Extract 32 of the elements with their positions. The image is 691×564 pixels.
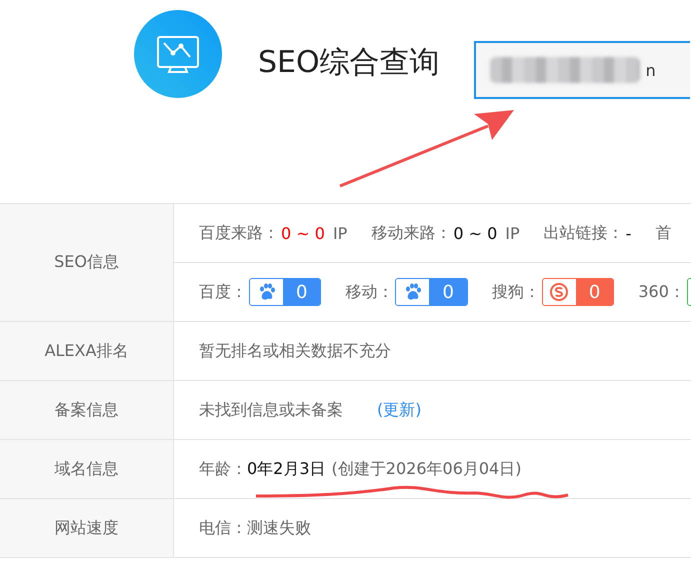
info-text: 电信：测速失败: [199, 518, 311, 538]
engine-label: 移动：: [345, 282, 394, 302]
stat-value: -: [626, 224, 632, 242]
stat-value: 0 ~ 0: [281, 224, 325, 242]
unit-label: IP: [332, 224, 348, 242]
age-value: 0年2月3日: [247, 458, 326, 480]
age-label: 年龄：: [199, 458, 247, 480]
row-header: 域名信息: [0, 440, 174, 498]
index-badge[interactable]: 0: [542, 278, 614, 306]
unit-label: IP: [505, 224, 520, 242]
row-header: SEO信息: [0, 204, 174, 321]
created-date: (创建于2026年06月04日): [332, 458, 522, 480]
engine-label: 360：: [638, 282, 685, 302]
stat-label: 移动来路：: [371, 222, 452, 244]
index-badge[interactable]: 0: [249, 278, 322, 306]
search-field[interactable]: n: [474, 41, 690, 99]
engine-label: 百度：: [199, 282, 247, 302]
row-header: 备案信息: [0, 381, 174, 439]
stat-label: 百度来路：: [199, 222, 279, 244]
row-header: ALEXA排名: [0, 322, 174, 380]
info-text: 未找到信息或未备案: [199, 400, 343, 420]
page-title: SEO综合查询: [258, 44, 440, 82]
index-badge[interactable]: 0: [395, 278, 468, 306]
stat-value: 0 ~ 0: [453, 224, 498, 242]
info-text: 暂无排名或相关数据不充分: [199, 340, 391, 362]
s-logo-icon: [549, 282, 570, 302]
stat-label: 出站链接：: [544, 222, 624, 244]
row-header: 网站速度: [0, 499, 174, 557]
update-link[interactable]: (更新): [377, 400, 422, 420]
engine-label: 搜狗：: [492, 282, 540, 302]
monitor-chart-logo-icon: [134, 10, 222, 98]
stat-label: 首: [655, 222, 672, 244]
